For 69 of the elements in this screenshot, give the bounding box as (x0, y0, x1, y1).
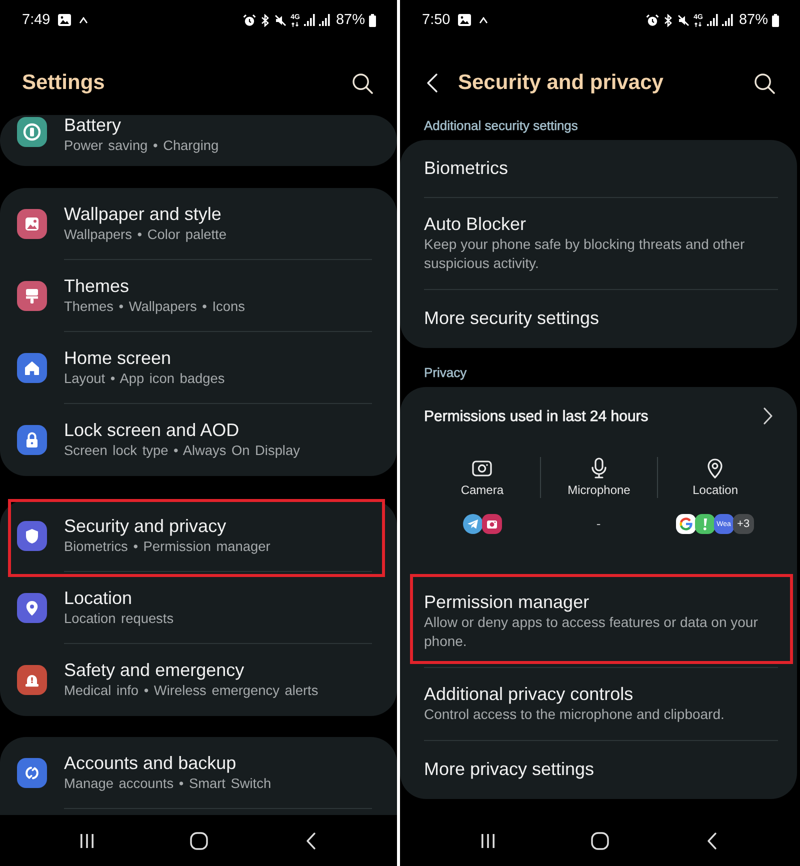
signal-icon (706, 14, 718, 26)
permission-label[interactable]: Camera (460, 482, 504, 498)
setting-summary: Wallpapers • Color palette (64, 226, 228, 244)
search-icon[interactable] (754, 72, 775, 94)
permission-label[interactable]: Location (692, 482, 738, 498)
alarm-icon (646, 14, 659, 26)
menu-item-description: Keep your phone safe by blocking threats and other suspicious activity. (424, 235, 746, 273)
signal-icon (304, 14, 315, 26)
permissions-summary-title[interactable]: Permissions used in last 24 hours (424, 408, 763, 424)
section-header: Additional security settings (424, 118, 578, 133)
setting-summary: Screen lock type • Always On Display (64, 442, 301, 460)
setting-title[interactable]: Home screen (64, 348, 372, 368)
setting-title[interactable]: Location (64, 588, 372, 608)
menu-item-description: Control access to the microphone and clipboard. (424, 705, 726, 724)
battery-percent: 87% (336, 12, 365, 28)
clock-time: 7:49 (22, 12, 50, 28)
battery-icon (772, 14, 779, 26)
chevron-right-icon (763, 407, 773, 425)
chevron-up-icon (79, 16, 88, 24)
setting-title[interactable]: Themes (64, 276, 372, 296)
permission-label[interactable]: Microphone (568, 482, 630, 498)
setting-title[interactable]: Safety and emergency (64, 660, 372, 680)
setting-summary: Medical info • Wireless emergency alerts (64, 682, 320, 700)
setting-title[interactable]: Lock screen and AOD (64, 420, 372, 440)
setting-summary: Location requests (64, 610, 175, 628)
chevron-up-icon (479, 16, 488, 24)
data-arrows-icon (291, 22, 300, 26)
menu-item-description: Allow or deny apps to access features or data on your phone. (424, 613, 759, 651)
screen-title: Security and privacy (458, 70, 664, 96)
setting-summary: Themes • Wallpapers • Icons (64, 298, 246, 316)
setting-title[interactable]: Wallpaper and style (64, 204, 372, 224)
nav-home-icon[interactable] (591, 832, 609, 850)
clock-time: 7:50 (422, 12, 450, 28)
back-icon[interactable] (426, 73, 438, 93)
signal-icon (722, 14, 733, 26)
nav-recents-icon[interactable] (480, 832, 496, 848)
setting-summary: Power saving • Charging (64, 137, 220, 155)
setting-title[interactable]: Accounts and backup (64, 752, 372, 774)
setting-title[interactable]: Battery (64, 115, 372, 136)
section-header: Privacy (424, 365, 467, 380)
nav-back-icon[interactable] (707, 832, 717, 850)
nav-home-icon[interactable] (190, 832, 208, 850)
search-icon[interactable] (352, 72, 373, 94)
more-apps-badge: +3 (732, 514, 754, 534)
alarm-icon (242, 14, 256, 26)
battery-percent: 87% (738, 12, 768, 28)
setting-title[interactable]: Security and privacy (64, 516, 372, 536)
mute-icon (274, 14, 287, 26)
setting-summary: Manage accounts • Smart Switch (64, 774, 272, 792)
bluetooth-icon (662, 14, 673, 26)
nav-recents-icon[interactable] (78, 832, 94, 848)
battery-icon (369, 14, 376, 26)
bluetooth-icon (260, 14, 270, 26)
image-icon (58, 14, 72, 26)
screen-title: Settings (22, 70, 106, 96)
menu-item-title[interactable]: Biometrics (424, 158, 778, 179)
menu-item-title[interactable]: Auto Blocker (424, 214, 778, 235)
signal-icon (318, 14, 330, 26)
menu-item-title[interactable]: Permission manager (424, 592, 778, 613)
menu-item-title[interactable]: Additional privacy controls (424, 684, 778, 705)
data-arrows-icon (694, 22, 702, 26)
setting-summary: Layout • App icon badges (64, 370, 226, 388)
image-icon (458, 14, 472, 26)
mute-icon (676, 14, 690, 26)
empty-dash: - (596, 515, 601, 533)
nav-back-icon[interactable] (306, 832, 316, 850)
menu-item-title[interactable]: More privacy settings (424, 759, 778, 780)
menu-item-title[interactable]: More security settings (424, 308, 778, 329)
setting-summary: Biometrics • Permission manager (64, 538, 272, 556)
